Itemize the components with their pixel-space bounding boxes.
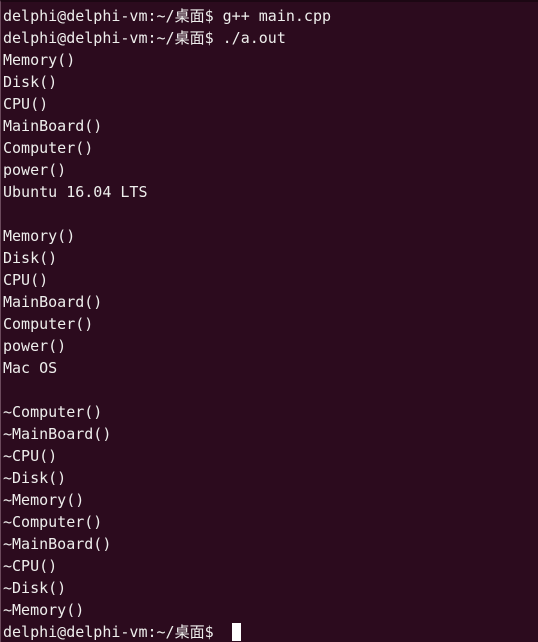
- terminal-line: Mac OS: [3, 357, 538, 379]
- shell-command: ./a.out: [222, 29, 286, 47]
- terminal-line: Computer(): [3, 137, 538, 159]
- shell-prompt: delphi@delphi-vm:~/桌面$: [3, 623, 223, 641]
- terminal-line: ~MainBoard(): [3, 533, 538, 555]
- terminal-output-text: MainBoard(): [3, 117, 103, 135]
- terminal-output-text: ~Disk(): [3, 469, 67, 487]
- terminal-output-text: Computer(): [3, 315, 94, 333]
- terminal-output-text: MainBoard(): [3, 293, 103, 311]
- terminal-output-text: ~Disk(): [3, 579, 67, 597]
- terminal-output-text: Memory(): [3, 51, 76, 69]
- terminal-line: Memory(): [3, 49, 538, 71]
- text-cursor: [231, 623, 241, 641]
- terminal-output-text: ~CPU(): [3, 557, 58, 575]
- terminal-output-text: Disk(): [3, 249, 58, 267]
- terminal-line: delphi@delphi-vm:~/桌面$ g++ main.cpp: [3, 5, 538, 27]
- terminal-output-text: CPU(): [3, 95, 49, 113]
- terminal-line: Disk(): [3, 247, 538, 269]
- terminal-window[interactable]: delphi@delphi-vm:~/桌面$ g++ main.cpp delph…: [0, 0, 538, 642]
- shell-prompt: delphi@delphi-vm:~/桌面$: [3, 29, 223, 47]
- terminal-line: ~CPU(): [3, 445, 538, 467]
- terminal-line: ~Computer(): [3, 511, 538, 533]
- terminal-line: Disk(): [3, 71, 538, 93]
- terminal-line: power(): [3, 335, 538, 357]
- terminal-line: ~Disk(): [3, 467, 538, 489]
- terminal-line: ~MainBoard(): [3, 423, 538, 445]
- terminal-output-text: ~MainBoard(): [3, 535, 112, 553]
- terminal-line: CPU(): [3, 93, 538, 115]
- terminal-output-text: ~Computer(): [3, 513, 103, 531]
- terminal-line: Ubuntu 16.04 LTS: [3, 181, 538, 203]
- terminal-output-text: power(): [3, 161, 67, 179]
- terminal-screen[interactable]: delphi@delphi-vm:~/桌面$ g++ main.cpp delph…: [3, 5, 538, 642]
- terminal-line: ~CPU(): [3, 555, 538, 577]
- terminal-output-text: ~Memory(): [3, 601, 85, 619]
- terminal-output-text: Memory(): [3, 227, 76, 245]
- terminal-line: delphi@delphi-vm:~/桌面$ ./a.out: [3, 27, 538, 49]
- terminal-output-text: ~MainBoard(): [3, 425, 112, 443]
- terminal-line: power(): [3, 159, 538, 181]
- terminal-output-text: ~Computer(): [3, 403, 103, 421]
- terminal-line: MainBoard(): [3, 291, 538, 313]
- terminal-line: ~Disk(): [3, 577, 538, 599]
- terminal-line: ~Memory(): [3, 599, 538, 621]
- terminal-output-text: ~Memory(): [3, 491, 85, 509]
- terminal-output-text: CPU(): [3, 271, 49, 289]
- terminal-output-text: power(): [3, 337, 67, 355]
- terminal-line: CPU(): [3, 269, 538, 291]
- terminal-output-text: Disk(): [3, 73, 58, 91]
- terminal-line: Memory(): [3, 225, 538, 247]
- terminal-output-text: Ubuntu 16.04 LTS: [3, 183, 148, 201]
- terminal-line: ~Computer(): [3, 401, 538, 423]
- shell-prompt: delphi@delphi-vm:~/桌面$: [3, 7, 223, 25]
- shell-command: g++ main.cpp: [222, 7, 332, 25]
- terminal-line: delphi@delphi-vm:~/桌面$: [3, 621, 538, 642]
- terminal-line: MainBoard(): [3, 115, 538, 137]
- terminal-output-text: Mac OS: [3, 359, 58, 377]
- terminal-line: Computer(): [3, 313, 538, 335]
- terminal-output-text: Computer(): [3, 139, 94, 157]
- terminal-output-text: ~CPU(): [3, 447, 58, 465]
- terminal-line: ~Memory(): [3, 489, 538, 511]
